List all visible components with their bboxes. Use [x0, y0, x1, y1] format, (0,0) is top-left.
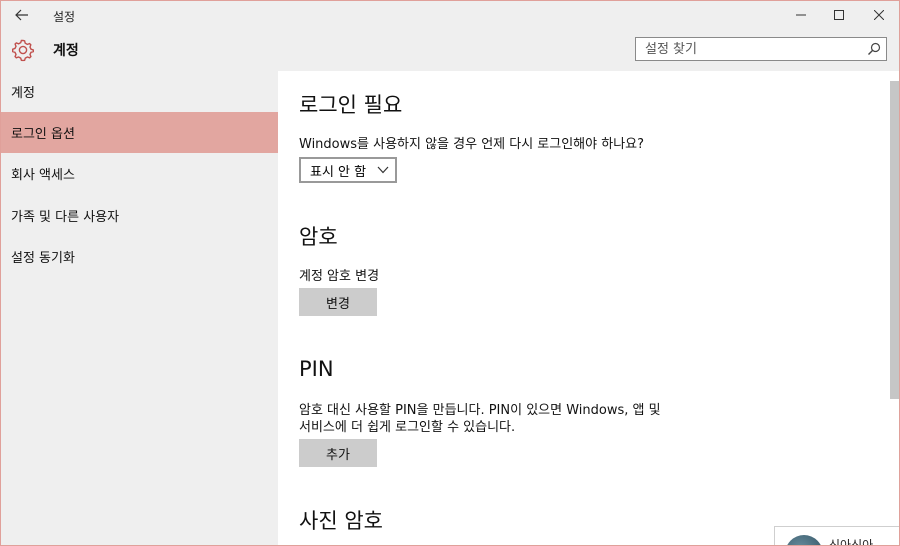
back-button[interactable]: [9, 4, 35, 26]
search-icon[interactable]: [866, 41, 882, 57]
section-title-pin: PIN: [299, 357, 334, 381]
scrollbar[interactable]: [888, 71, 899, 545]
password-description: 계정 암호 변경: [299, 269, 380, 284]
signin-required-dropdown[interactable]: 표시 안 함: [299, 157, 397, 183]
section-title-password: 암호: [299, 225, 338, 249]
section-title-picture-password: 사진 암호: [299, 509, 383, 533]
back-arrow-icon: [15, 9, 28, 21]
minimize-icon: [796, 14, 806, 16]
sidebar: 계정 로그인 옵션 회사 액세스 가족 및 다른 사용자 설정 동기화: [1, 71, 278, 545]
window-title: 설정: [53, 10, 76, 24]
pin-description-line2: 서비스에 더 쉽게 로그인할 수 있습니다.: [299, 420, 516, 435]
signin-required-question: Windows를 사용하지 않을 경우 언제 다시 로그인해야 하나요?: [299, 137, 645, 152]
add-pin-button[interactable]: 추가: [299, 439, 377, 467]
title-bar: 설정: [1, 1, 899, 29]
main-content: 로그인 필요 Windows를 사용하지 않을 경우 언제 다시 로그인해야 하…: [278, 71, 888, 545]
sidebar-item-sync-settings[interactable]: 설정 동기화: [1, 236, 278, 277]
maximize-icon: [834, 10, 844, 20]
sidebar-item-family-other-users[interactable]: 가족 및 다른 사용자: [1, 195, 278, 236]
notification-text: 신아신아: [829, 538, 874, 546]
close-icon: [874, 10, 884, 20]
search-box[interactable]: [635, 37, 887, 61]
maximize-button[interactable]: [817, 1, 861, 29]
avatar: [785, 535, 823, 545]
sidebar-item-signin-options[interactable]: 로그인 옵션: [1, 112, 278, 153]
scrollbar-thumb[interactable]: [890, 81, 899, 399]
chevron-down-icon: [377, 166, 389, 174]
close-button[interactable]: [857, 1, 899, 29]
gear-icon: [12, 39, 34, 62]
sidebar-item-label: 계정: [11, 86, 35, 101]
page-title: 계정: [53, 43, 79, 59]
dropdown-selected-value: 표시 안 함: [310, 164, 367, 180]
settings-header: 계정: [1, 29, 899, 71]
sidebar-item-label: 회사 액세스: [11, 168, 75, 183]
sidebar-item-label: 가족 및 다른 사용자: [11, 210, 120, 225]
change-password-button[interactable]: 변경: [299, 288, 377, 316]
search-input[interactable]: [636, 38, 865, 60]
sidebar-item-work-access[interactable]: 회사 액세스: [1, 153, 278, 194]
notification-toast[interactable]: 신아신아: [774, 526, 899, 546]
sidebar-item-label: 로그인 옵션: [11, 127, 75, 142]
sidebar-item-label: 설정 동기화: [11, 251, 75, 266]
section-title-signin-required: 로그인 필요: [299, 93, 403, 117]
settings-window: 설정 계정 설정 찾기 계정 로그인 옵션 회사 액세스 가족 및 다른 사용자…: [0, 0, 900, 546]
sidebar-item-account[interactable]: 계정: [1, 71, 278, 112]
